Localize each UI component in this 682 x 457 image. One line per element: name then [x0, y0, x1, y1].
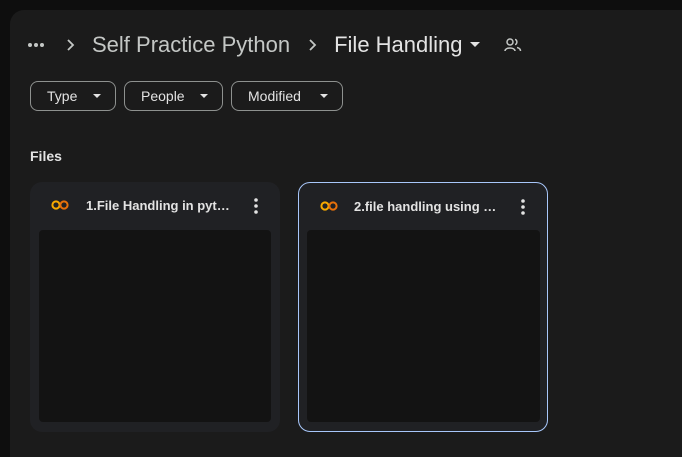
drive-page: Self Practice Python File Handling Type	[0, 0, 682, 457]
file-card-selected[interactable]: 2.file handling using os module.ipynb	[298, 182, 548, 432]
file-name: 1.File Handling in python.ipynb	[86, 198, 236, 213]
filter-people-chip[interactable]: People	[124, 81, 223, 111]
filter-chips: Type People Modified	[30, 81, 343, 111]
file-thumbnail	[307, 230, 540, 422]
breadcrumb-item-current[interactable]: File Handling	[334, 32, 482, 58]
colab-icon	[50, 197, 70, 213]
more-vert-icon[interactable]	[511, 195, 535, 219]
file-name: 2.file handling using os module.ipynb	[354, 199, 504, 214]
filter-modified-label: Modified	[248, 88, 301, 104]
caret-down-icon	[467, 37, 483, 53]
caret-down-icon	[318, 90, 330, 102]
file-card[interactable]: 1.File Handling in python.ipynb	[30, 182, 280, 432]
caret-down-icon	[91, 90, 103, 102]
breadcrumb: Self Practice Python File Handling	[24, 27, 523, 63]
chevron-right-icon	[300, 33, 324, 57]
caret-down-icon	[198, 90, 210, 102]
current-folder-label: File Handling	[334, 32, 463, 57]
section-title-files: Files	[30, 148, 62, 164]
filter-type-chip[interactable]: Type	[30, 81, 116, 111]
breadcrumb-item-parent[interactable]: Self Practice Python	[92, 32, 290, 58]
shared-people-icon[interactable]	[503, 35, 523, 55]
more-horiz-icon[interactable]	[24, 33, 48, 57]
chevron-right-icon	[58, 33, 82, 57]
file-thumbnail	[39, 230, 271, 422]
filter-people-label: People	[141, 88, 185, 104]
filter-type-label: Type	[47, 88, 78, 104]
filter-modified-chip[interactable]: Modified	[231, 81, 343, 111]
more-vert-icon[interactable]	[244, 194, 268, 218]
colab-icon	[319, 198, 339, 214]
